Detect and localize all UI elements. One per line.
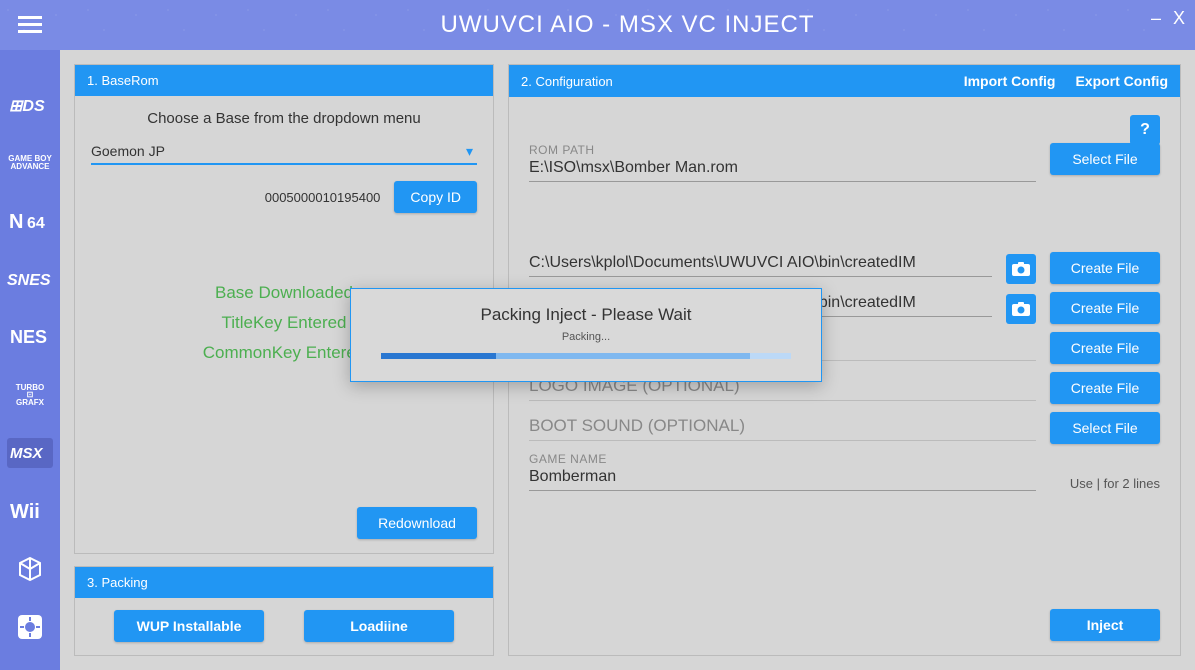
svg-text:N: N — [9, 211, 23, 232]
app-title: UWUVCI AIO - MSX VC INJECT — [60, 11, 1195, 39]
rom-path-label: ROM PATH — [529, 143, 1036, 157]
sidebar-item-wii[interactable]: Wii — [7, 496, 53, 526]
sidebar-item-nes[interactable]: NES — [7, 322, 53, 352]
icon-create-file-button[interactable]: Create File — [1050, 252, 1160, 284]
icon-image-input[interactable]: C:\Users\kplol\Documents\UWUVCI AIO\bin\… — [529, 252, 992, 277]
modal-subtitle: Packing... — [381, 331, 791, 343]
sidebar-item-msx[interactable]: MSX — [7, 438, 53, 468]
boot-sound-input[interactable]: BOOT SOUND (OPTIONAL) — [529, 412, 1036, 441]
base-dropdown-value: Goemon JP — [91, 143, 165, 159]
packing-panel: 3. Packing WUP Installable Loadiine — [74, 566, 494, 656]
help-button[interactable]: ? — [1130, 115, 1160, 145]
sidebar-item-gba[interactable]: GAME BOYADVANCE — [7, 148, 53, 178]
logo-create-file-button[interactable]: Create File — [1050, 372, 1160, 404]
svg-text:Wii: Wii — [10, 501, 40, 522]
modal-title: Packing Inject - Please Wait — [381, 305, 791, 325]
game-name-input[interactable]: Bomberman — [529, 466, 1036, 491]
close-button[interactable]: X — [1173, 8, 1185, 29]
packing-modal: Packing Inject - Please Wait Packing... — [350, 288, 822, 382]
wup-installable-button[interactable]: WUP Installable — [114, 610, 264, 642]
sidebar: ⊞DS GAME BOYADVANCE N64 SNES NES TURBO⊡G… — [0, 50, 60, 670]
icon-camera-button[interactable] — [1006, 254, 1036, 284]
boot-sound-select-button[interactable]: Select File — [1050, 412, 1160, 444]
titlebar: UWUVCI AIO - MSX VC INJECT – X — [0, 0, 1195, 50]
svg-text:⊞DS: ⊞DS — [9, 98, 45, 115]
base-dropdown[interactable]: Goemon JP — [91, 139, 477, 165]
status-titlekey: TitleKey Entered — [221, 313, 346, 333]
rom-select-file-button[interactable]: Select File — [1050, 143, 1160, 175]
baserom-header: 1. BaseRom — [75, 65, 493, 96]
redownload-button[interactable]: Redownload — [357, 507, 477, 539]
tv-create-file-button[interactable]: Create File — [1050, 292, 1160, 324]
sidebar-item-gamecube[interactable] — [7, 554, 53, 584]
sidebar-item-tg16[interactable]: TURBO⊡GRAFX — [7, 380, 53, 410]
tv-camera-button[interactable] — [1006, 294, 1036, 324]
import-config-button[interactable]: Import Config — [964, 73, 1056, 89]
game-name-label: GAME NAME — [529, 452, 1036, 466]
packing-header: 3. Packing — [75, 567, 493, 598]
copy-id-button[interactable]: Copy ID — [394, 181, 477, 213]
status-downloaded: Base Downloaded — [215, 283, 353, 303]
sidebar-item-settings[interactable] — [7, 612, 53, 642]
minimize-button[interactable]: – — [1151, 8, 1161, 29]
inject-button[interactable]: Inject — [1050, 609, 1160, 641]
rom-path-input[interactable]: E:\ISO\msx\Bomber Man.rom — [529, 157, 1036, 182]
status-commonkey: CommonKey Entered — [203, 343, 366, 363]
progress-bar — [381, 353, 791, 359]
base-id-value: 0005000010195400 — [265, 190, 381, 205]
svg-text:64: 64 — [27, 215, 45, 232]
sidebar-item-n64[interactable]: N64 — [7, 206, 53, 236]
svg-text:NES: NES — [10, 327, 47, 347]
loadiine-button[interactable]: Loadiine — [304, 610, 454, 642]
choose-base-label: Choose a Base from the dropdown menu — [91, 110, 477, 127]
game-name-note: Use | for 2 lines — [1050, 476, 1160, 491]
window-controls: – X — [1151, 8, 1185, 29]
menu-button[interactable] — [0, 0, 60, 50]
export-config-button[interactable]: Export Config — [1075, 73, 1168, 89]
svg-text:SNES: SNES — [7, 272, 51, 289]
config-header-title: 2. Configuration — [521, 74, 613, 89]
config-header: 2. Configuration Import Config Export Co… — [509, 65, 1180, 97]
sidebar-item-snes[interactable]: SNES — [7, 264, 53, 294]
gamepad-create-file-button[interactable]: Create File — [1050, 332, 1160, 364]
sidebar-item-ds[interactable]: ⊞DS — [7, 90, 53, 120]
svg-text:MSX: MSX — [10, 445, 44, 462]
